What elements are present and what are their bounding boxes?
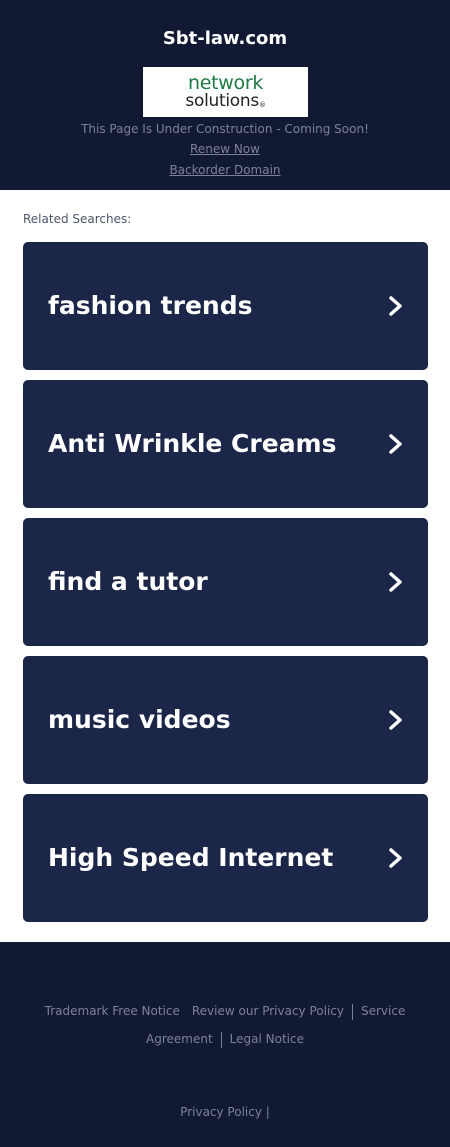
network-solutions-logo[interactable]: network solutions® [143, 67, 308, 117]
chevron-right-icon [389, 572, 402, 592]
construction-notice: This Page Is Under Construction - Coming… [81, 122, 369, 136]
search-result-label: find a tutor [48, 567, 208, 596]
site-title: Sbt-law.com [162, 28, 288, 49]
related-searches-list: fashion trends Anti Wrinkle Creams find … [23, 242, 428, 932]
footer-trailing-separator: | [265, 1105, 270, 1119]
footer-links: Trademark Free Notice Review our Privacy … [30, 997, 420, 1053]
footer-divider [351, 1003, 353, 1020]
header: Sbt-law.com network solutions® This Page… [0, 0, 450, 190]
related-searches-label: Related Searches: [23, 212, 132, 226]
privacy-policy-link[interactable]: Privacy Policy [180, 1105, 262, 1119]
footer-bottom: Privacy Policy | [0, 1104, 450, 1120]
renew-now-link[interactable]: Renew Now [190, 142, 260, 156]
footer-divider [220, 1031, 222, 1048]
legal-notice-link[interactable]: Legal Notice [230, 1032, 304, 1046]
search-result-label: High Speed Internet [48, 843, 334, 872]
backorder-domain-link-row: Backorder Domain [0, 162, 450, 178]
search-result-label: Anti Wrinkle Creams [48, 429, 337, 458]
search-result-high-speed-internet[interactable]: High Speed Internet [23, 794, 428, 922]
trademark-free-notice-link[interactable]: Trademark Free Notice [45, 1004, 180, 1018]
privacy-policy-review-link[interactable]: Review our Privacy Policy [192, 1004, 344, 1018]
search-result-music-videos[interactable]: music videos [23, 656, 428, 784]
search-result-label: music videos [48, 705, 231, 734]
registered-mark: ® [258, 101, 266, 109]
chevron-right-icon [389, 434, 402, 454]
logo-text-solutions-word: solutions [185, 91, 259, 111]
backorder-domain-link[interactable]: Backorder Domain [169, 163, 280, 177]
chevron-right-icon [389, 296, 402, 316]
search-result-label: fashion trends [48, 291, 253, 320]
search-result-anti-wrinkle-creams[interactable]: Anti Wrinkle Creams [23, 380, 428, 508]
chevron-right-icon [389, 710, 402, 730]
search-result-fashion-trends[interactable]: fashion trends [23, 242, 428, 370]
search-result-find-a-tutor[interactable]: find a tutor [23, 518, 428, 646]
renew-now-link-row: Renew Now [0, 141, 450, 157]
chevron-right-icon [389, 848, 402, 868]
footer: Trademark Free Notice Review our Privacy … [0, 942, 450, 1147]
logo-text-network: network [187, 72, 264, 94]
logo-text-solutions: solutions® [143, 91, 308, 111]
